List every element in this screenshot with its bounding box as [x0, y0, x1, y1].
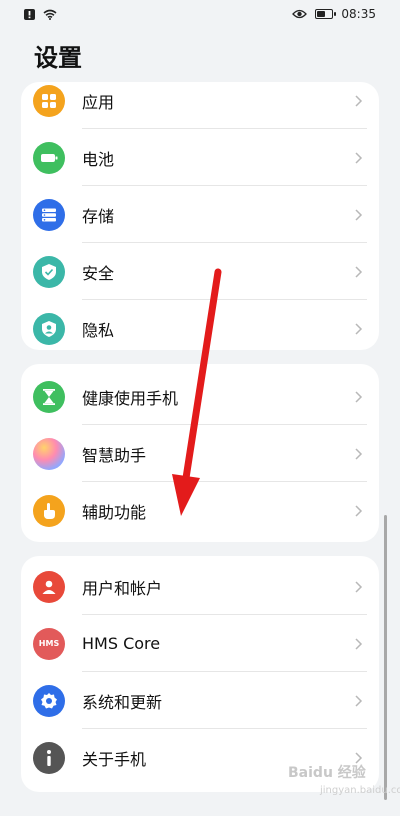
settings-group-1: 应用 电池 存储 安全 隐私	[21, 82, 379, 350]
settings-item-privacy[interactable]: 隐私	[21, 300, 379, 350]
hms-badge-text: HMS	[38, 639, 60, 648]
settings-item-label: 关于手机	[82, 749, 147, 769]
smart-assistant-icon	[33, 437, 65, 470]
chevron-right-icon	[355, 265, 363, 278]
settings-item-label: 电池	[82, 149, 115, 169]
chevron-right-icon	[355, 504, 363, 517]
settings-group-2: 健康使用手机 智慧助手 辅助功能	[21, 364, 379, 542]
settings-group-3: 用户和帐户 HMS HMS Core 系统和更新 关于手机	[21, 556, 379, 792]
settings-item-system-update[interactable]: 系统和更新	[21, 672, 379, 729]
settings-item-apps[interactable]: 应用	[21, 82, 379, 129]
battery-indicator	[315, 9, 337, 19]
chevron-right-icon	[355, 322, 363, 335]
settings-item-label: 辅助功能	[82, 502, 147, 522]
status-time: 08:35	[341, 7, 376, 21]
settings-item-label: 隐私	[82, 320, 115, 340]
settings-item-label: 健康使用手机	[82, 388, 179, 408]
apps-icon	[33, 84, 65, 117]
battery-level-fill	[317, 11, 326, 17]
status-bar: 08:35	[0, 0, 400, 28]
chevron-right-icon	[355, 208, 363, 221]
user-icon	[33, 570, 65, 603]
chevron-right-icon	[355, 694, 363, 707]
settings-item-label: 用户和帐户	[82, 578, 163, 598]
settings-item-security[interactable]: 安全	[21, 243, 379, 300]
settings-item-battery[interactable]: 电池	[21, 129, 379, 186]
settings-item-label: 系统和更新	[82, 692, 163, 712]
settings-item-users-accounts[interactable]: 用户和帐户	[21, 558, 379, 615]
chevron-right-icon	[355, 447, 363, 460]
chevron-right-icon	[355, 94, 363, 107]
settings-item-smart-assistant[interactable]: 智慧助手	[21, 425, 379, 482]
settings-item-label: HMS Core	[82, 634, 161, 653]
baidu-watermark-url: jingyan.baidu.com	[320, 785, 400, 796]
hms-icon: HMS	[33, 627, 65, 660]
battery-icon	[33, 141, 65, 174]
settings-item-label: 应用	[82, 92, 115, 112]
eye-comfort-icon	[292, 9, 308, 19]
settings-item-accessibility[interactable]: 辅助功能	[21, 482, 379, 539]
chevron-right-icon	[355, 390, 363, 403]
notification-alert-icon	[24, 8, 35, 20]
wifi-icon	[43, 9, 57, 20]
settings-gear-icon	[33, 684, 65, 717]
chevron-right-icon	[355, 580, 363, 593]
accessibility-hand-icon	[33, 494, 65, 527]
settings-item-label: 存储	[82, 206, 115, 226]
security-shield-icon	[33, 255, 65, 288]
settings-item-label: 智慧助手	[82, 445, 147, 465]
settings-item-storage[interactable]: 存储	[21, 186, 379, 243]
chevron-right-icon	[355, 637, 363, 650]
info-icon	[33, 741, 65, 774]
scrollbar[interactable]	[384, 515, 387, 800]
settings-item-digital-balance[interactable]: 健康使用手机	[21, 368, 379, 425]
settings-item-hms-core[interactable]: HMS HMS Core	[21, 615, 379, 672]
page-title: 设置	[34, 44, 82, 72]
chevron-right-icon	[355, 151, 363, 164]
baidu-watermark: Baidu 经验	[288, 765, 366, 781]
settings-item-label: 安全	[82, 263, 115, 283]
privacy-icon	[33, 312, 65, 345]
storage-icon	[33, 198, 65, 231]
hourglass-icon	[33, 380, 65, 413]
